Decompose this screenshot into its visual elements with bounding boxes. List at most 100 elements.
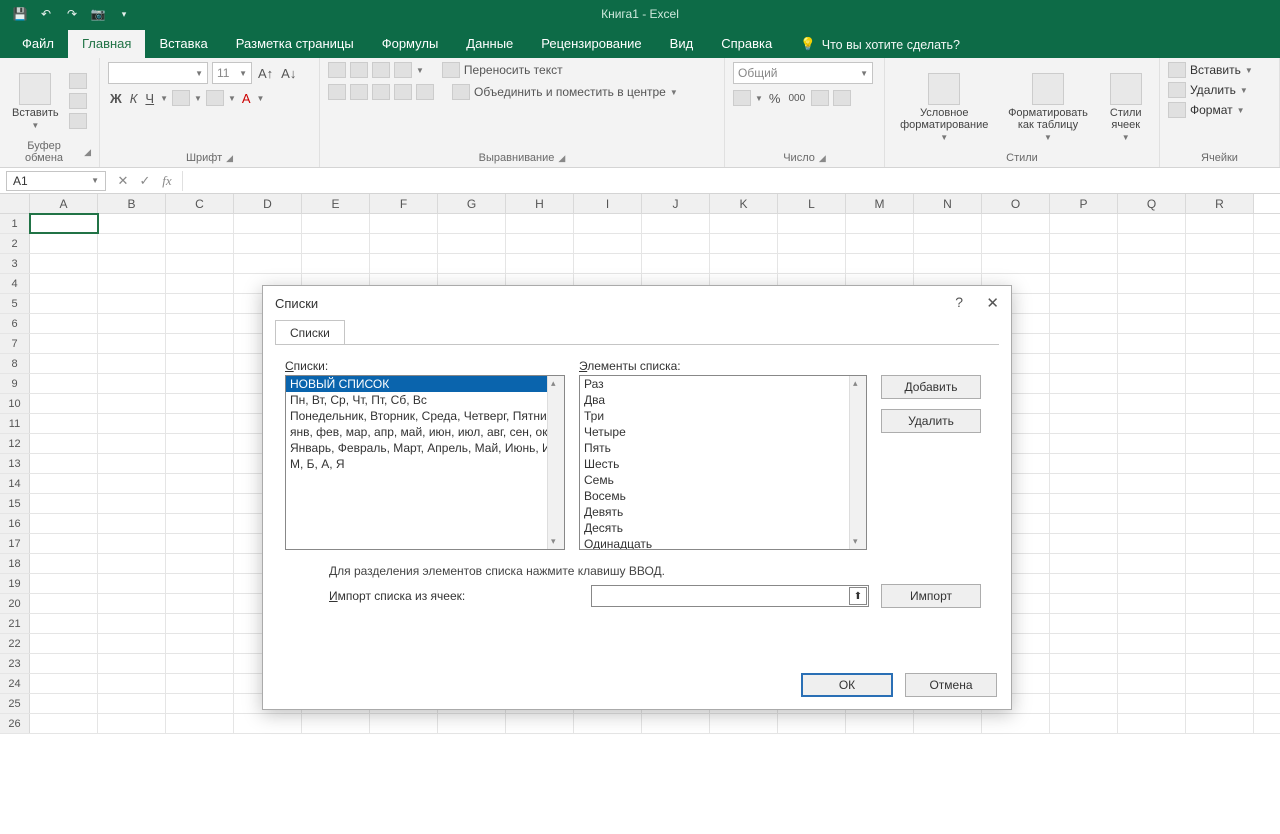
cut-icon[interactable] xyxy=(69,73,87,89)
bold-button[interactable]: Ж xyxy=(108,91,124,106)
cell[interactable] xyxy=(982,254,1050,273)
cell[interactable] xyxy=(98,314,166,333)
cell[interactable] xyxy=(234,714,302,733)
cell[interactable] xyxy=(98,534,166,553)
cell[interactable] xyxy=(98,434,166,453)
row-header[interactable]: 15 xyxy=(0,494,30,513)
row-header[interactable]: 24 xyxy=(0,674,30,693)
cell[interactable] xyxy=(1050,574,1118,593)
cell[interactable] xyxy=(302,254,370,273)
cell[interactable] xyxy=(166,314,234,333)
borders-icon[interactable] xyxy=(172,90,190,106)
cell[interactable] xyxy=(1050,334,1118,353)
cell[interactable] xyxy=(846,234,914,253)
cell[interactable] xyxy=(234,254,302,273)
chevron-down-icon[interactable]: ▼ xyxy=(1237,106,1245,115)
cell[interactable] xyxy=(98,514,166,533)
tell-me-search[interactable]: 💡 Что вы хотите сделать? xyxy=(786,31,974,58)
dialog-launcher-icon[interactable]: ◢ xyxy=(558,153,565,164)
cell[interactable] xyxy=(914,214,982,233)
cell[interactable] xyxy=(30,414,98,433)
cell[interactable] xyxy=(1118,214,1186,233)
cell[interactable] xyxy=(166,474,234,493)
cell[interactable] xyxy=(1186,714,1254,733)
cell[interactable] xyxy=(1050,614,1118,633)
cell[interactable] xyxy=(1118,414,1186,433)
row-header[interactable]: 13 xyxy=(0,454,30,473)
row-header[interactable]: 25 xyxy=(0,694,30,713)
cell[interactable] xyxy=(1118,474,1186,493)
cell[interactable] xyxy=(574,254,642,273)
dialog-launcher-icon[interactable]: ◢ xyxy=(819,153,826,164)
cell[interactable] xyxy=(1186,634,1254,653)
cell[interactable] xyxy=(982,714,1050,733)
cell[interactable] xyxy=(98,694,166,713)
delete-button[interactable]: Удалить xyxy=(881,409,981,433)
column-header[interactable]: N xyxy=(914,194,982,213)
cell[interactable] xyxy=(1050,354,1118,373)
cell[interactable] xyxy=(846,714,914,733)
select-all-corner[interactable] xyxy=(0,194,30,213)
cell[interactable] xyxy=(98,634,166,653)
cell[interactable] xyxy=(98,394,166,413)
row-header[interactable]: 21 xyxy=(0,614,30,633)
cell[interactable] xyxy=(30,474,98,493)
increase-decimal-icon[interactable] xyxy=(811,90,829,106)
cell[interactable] xyxy=(506,254,574,273)
cell[interactable] xyxy=(98,614,166,633)
chevron-down-icon[interactable]: ▼ xyxy=(416,66,424,75)
cell[interactable] xyxy=(166,654,234,673)
column-header[interactable]: G xyxy=(438,194,506,213)
column-header[interactable]: F xyxy=(370,194,438,213)
cancel-button[interactable]: Отмена xyxy=(905,673,997,697)
chevron-down-icon[interactable]: ▼ xyxy=(194,94,202,103)
cell[interactable] xyxy=(234,234,302,253)
cell[interactable] xyxy=(30,614,98,633)
cell[interactable] xyxy=(166,294,234,313)
cell[interactable] xyxy=(1118,494,1186,513)
chevron-down-icon[interactable]: ▼ xyxy=(1240,86,1248,95)
cell[interactable] xyxy=(1186,614,1254,633)
cell[interactable] xyxy=(710,254,778,273)
cell[interactable] xyxy=(778,234,846,253)
cell[interactable] xyxy=(1050,654,1118,673)
cell[interactable] xyxy=(302,714,370,733)
column-header[interactable]: C xyxy=(166,194,234,213)
cell[interactable] xyxy=(166,234,234,253)
cell[interactable] xyxy=(1050,594,1118,613)
merge-center-button[interactable]: Объединить и поместить в центре xyxy=(474,85,666,99)
font-name-combo[interactable]: ▼ xyxy=(108,62,208,84)
chevron-down-icon[interactable]: ▼ xyxy=(91,176,99,185)
column-header[interactable]: K xyxy=(710,194,778,213)
range-selector-icon[interactable]: ⬆ xyxy=(849,587,867,605)
cell[interactable] xyxy=(1050,254,1118,273)
cell[interactable] xyxy=(778,254,846,273)
tab-formulas[interactable]: Формулы xyxy=(368,30,453,58)
cell[interactable] xyxy=(1186,394,1254,413)
redo-icon[interactable]: ↷ xyxy=(64,6,80,22)
column-header[interactable]: A xyxy=(30,194,98,213)
shrink-font-icon[interactable]: A↓ xyxy=(279,66,298,81)
cell[interactable] xyxy=(1186,414,1254,433)
cell[interactable] xyxy=(1118,294,1186,313)
cell[interactable] xyxy=(438,214,506,233)
cell[interactable] xyxy=(846,214,914,233)
cell[interactable] xyxy=(574,214,642,233)
row-header[interactable]: 17 xyxy=(0,534,30,553)
row-header[interactable]: 6 xyxy=(0,314,30,333)
cell[interactable] xyxy=(1118,614,1186,633)
tab-layout[interactable]: Разметка страницы xyxy=(222,30,368,58)
delete-cells-button[interactable]: Удалить xyxy=(1190,83,1236,97)
row-header[interactable]: 4 xyxy=(0,274,30,293)
column-header[interactable]: O xyxy=(982,194,1050,213)
cell[interactable] xyxy=(166,254,234,273)
row-header[interactable]: 12 xyxy=(0,434,30,453)
cell[interactable] xyxy=(370,254,438,273)
cell[interactable] xyxy=(1050,234,1118,253)
cell[interactable] xyxy=(1118,554,1186,573)
row-header[interactable]: 5 xyxy=(0,294,30,313)
add-button[interactable]: Добавить xyxy=(881,375,981,399)
cell[interactable] xyxy=(166,214,234,233)
list-item[interactable]: янв, фев, мар, апр, май, июн, июл, авг, … xyxy=(286,424,564,440)
column-header[interactable]: L xyxy=(778,194,846,213)
